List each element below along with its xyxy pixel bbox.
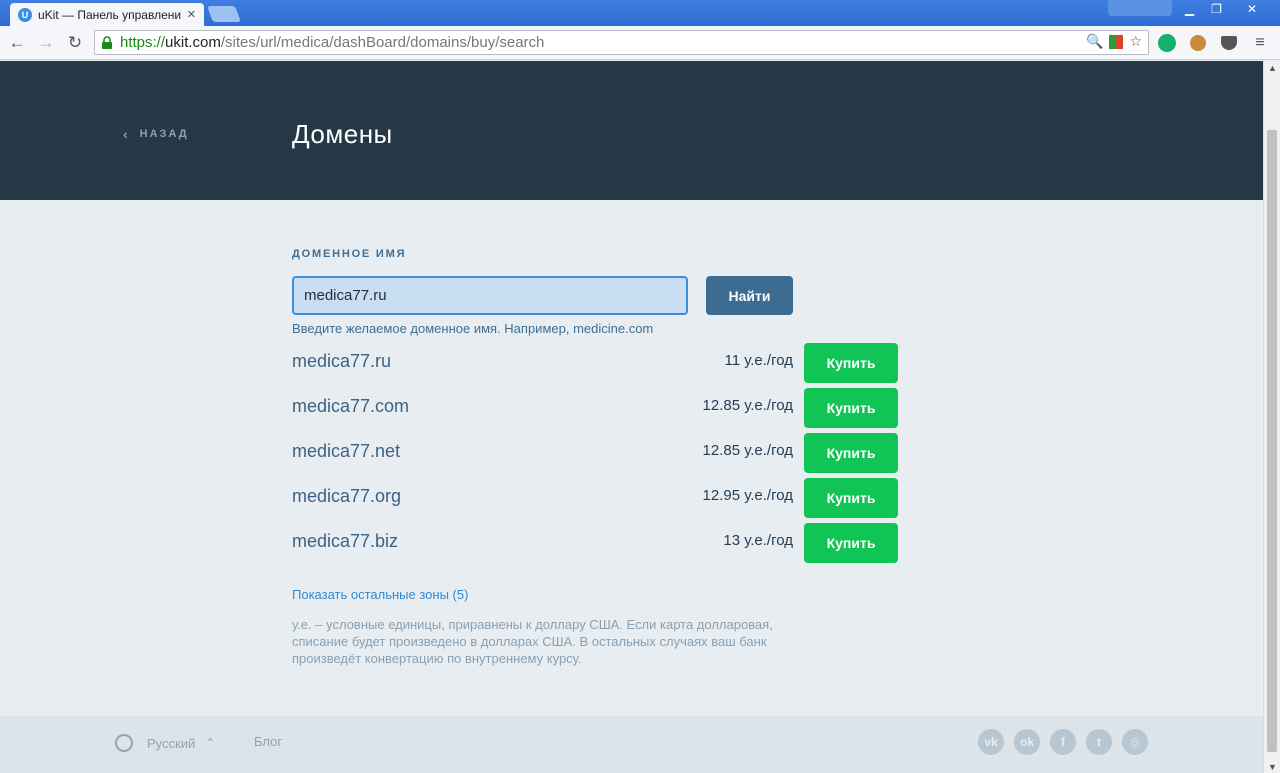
find-button[interactable]: Найти [706, 276, 793, 315]
address-bar[interactable]: https://ukit.com/sites/url/medica/dashBo… [94, 30, 1149, 55]
ukit-favicon-icon: U [18, 7, 32, 22]
buy-button[interactable]: Купить [804, 523, 898, 563]
globe-icon [115, 734, 133, 752]
odnoklassniki-icon[interactable]: ok [1014, 729, 1040, 755]
forward-arrow-icon[interactable]: → [35, 32, 57, 54]
new-tab-button[interactable] [207, 6, 241, 22]
vk-icon[interactable]: vk [978, 729, 1004, 755]
currency-note: у.е. – условные единицы, приравнены к до… [292, 617, 773, 666]
domain-search-input[interactable] [292, 276, 688, 315]
instagram-icon[interactable]: ◎ [1122, 729, 1148, 755]
chevron-up-icon: ⌃ [205, 736, 216, 750]
scroll-up-arrow-icon[interactable]: ▲ [1268, 63, 1277, 73]
buy-button[interactable]: Купить [804, 343, 898, 383]
grammarly-icon[interactable] [1156, 32, 1178, 54]
reload-icon[interactable]: ↻ [64, 32, 86, 54]
language-label: Русский [147, 735, 196, 751]
result-row: medica77.biz 13 у.е./год Купить [292, 523, 898, 568]
show-more-zones-link[interactable]: Показать остальные зоны (5) [292, 587, 468, 602]
result-price: 11 у.е./год [724, 352, 794, 369]
url-path: /sites/url/medica/dashBoard/domains/buy/… [220, 34, 545, 51]
tab-title: uKit — Панель управлени [38, 7, 182, 22]
bookmark-star-icon[interactable]: ☆ [1129, 33, 1142, 50]
scroll-thumb[interactable] [1267, 130, 1277, 752]
buy-button[interactable]: Купить [804, 433, 898, 473]
profile-badge[interactable] [1108, 0, 1172, 16]
result-domain: medica77.biz [292, 531, 399, 551]
result-domain: medica77.com [292, 396, 410, 416]
domain-results: medica77.ru 11 у.е./год Купить medica77.… [292, 343, 898, 568]
pocket-icon[interactable] [1218, 32, 1240, 54]
url-scheme: https:// [120, 34, 166, 51]
domain-hint: Введите желаемое доменное имя. Например,… [292, 321, 654, 336]
page-footer: Русский ⌃ Блог vk ok f t ◎ [0, 716, 1263, 773]
scroll-down-arrow-icon[interactable]: ▼ [1268, 762, 1277, 772]
url-text: https://ukit.com/sites/url/medica/dashBo… [120, 34, 544, 51]
result-domain: medica77.org [292, 486, 402, 506]
back-label: НАЗАД [139, 128, 189, 140]
result-price: 13 у.е./год [723, 532, 793, 549]
result-domain: medica77.ru [292, 351, 392, 371]
page: ‹ НАЗАД Домены ДОМЕННОЕ ИМЯ Найти Введит… [0, 61, 1263, 773]
blog-link[interactable]: Блог [254, 734, 282, 749]
result-row: medica77.ru 11 у.е./год Купить [292, 343, 898, 388]
browser-tabstrip: U uKit — Панель управлени ✕ ▁ ❐ ✕ [0, 0, 1280, 26]
zoom-icon[interactable]: 🔍 [1086, 33, 1103, 50]
restore-icon[interactable]: ❐ [1203, 0, 1230, 18]
facebook-icon[interactable]: f [1050, 729, 1076, 755]
minimize-icon[interactable]: ▁ [1176, 0, 1203, 18]
buy-button[interactable]: Купить [804, 478, 898, 518]
twitter-icon[interactable]: t [1086, 729, 1112, 755]
page-header: ‹ НАЗАД Домены [0, 61, 1263, 200]
page-scrollbar[interactable]: ▲ ▼ [1263, 61, 1280, 773]
back-arrow-icon[interactable]: ← [6, 32, 28, 54]
lock-icon [102, 35, 112, 49]
extension-tile-icon[interactable] [1109, 34, 1124, 49]
result-row: medica77.net 12.85 у.е./год Купить [292, 433, 898, 478]
result-row: medica77.org 12.95 у.е./год Купить [292, 478, 898, 523]
result-price: 12.95 у.е./год [702, 487, 793, 504]
result-price: 12.85 у.е./год [702, 397, 793, 414]
menu-icon[interactable]: ≡ [1249, 32, 1271, 54]
result-row: medica77.com 12.85 у.е./год Купить [292, 388, 898, 433]
buy-button[interactable]: Купить [804, 388, 898, 428]
page-title: Домены [292, 119, 393, 149]
result-domain: medica77.net [292, 441, 401, 461]
cookie-icon[interactable] [1187, 32, 1209, 54]
url-host: ukit.com [165, 34, 221, 51]
browser-tab[interactable]: U uKit — Панель управлени ✕ [10, 3, 204, 26]
back-link[interactable]: ‹ НАЗАД [123, 126, 189, 142]
browser-toolbar: ← → ↻ https://ukit.com/sites/url/medica/… [0, 26, 1280, 60]
result-price: 12.85 у.е./год [702, 442, 793, 459]
domain-field-label: ДОМЕННОЕ ИМЯ [292, 248, 407, 260]
tab-close-icon[interactable]: ✕ [187, 8, 196, 21]
chevron-left-icon: ‹ [123, 126, 128, 142]
window-close-icon[interactable]: ✕ [1230, 0, 1274, 18]
social-links: vk ok f t ◎ [978, 729, 1148, 755]
language-selector[interactable]: Русский ⌃ [115, 734, 215, 752]
